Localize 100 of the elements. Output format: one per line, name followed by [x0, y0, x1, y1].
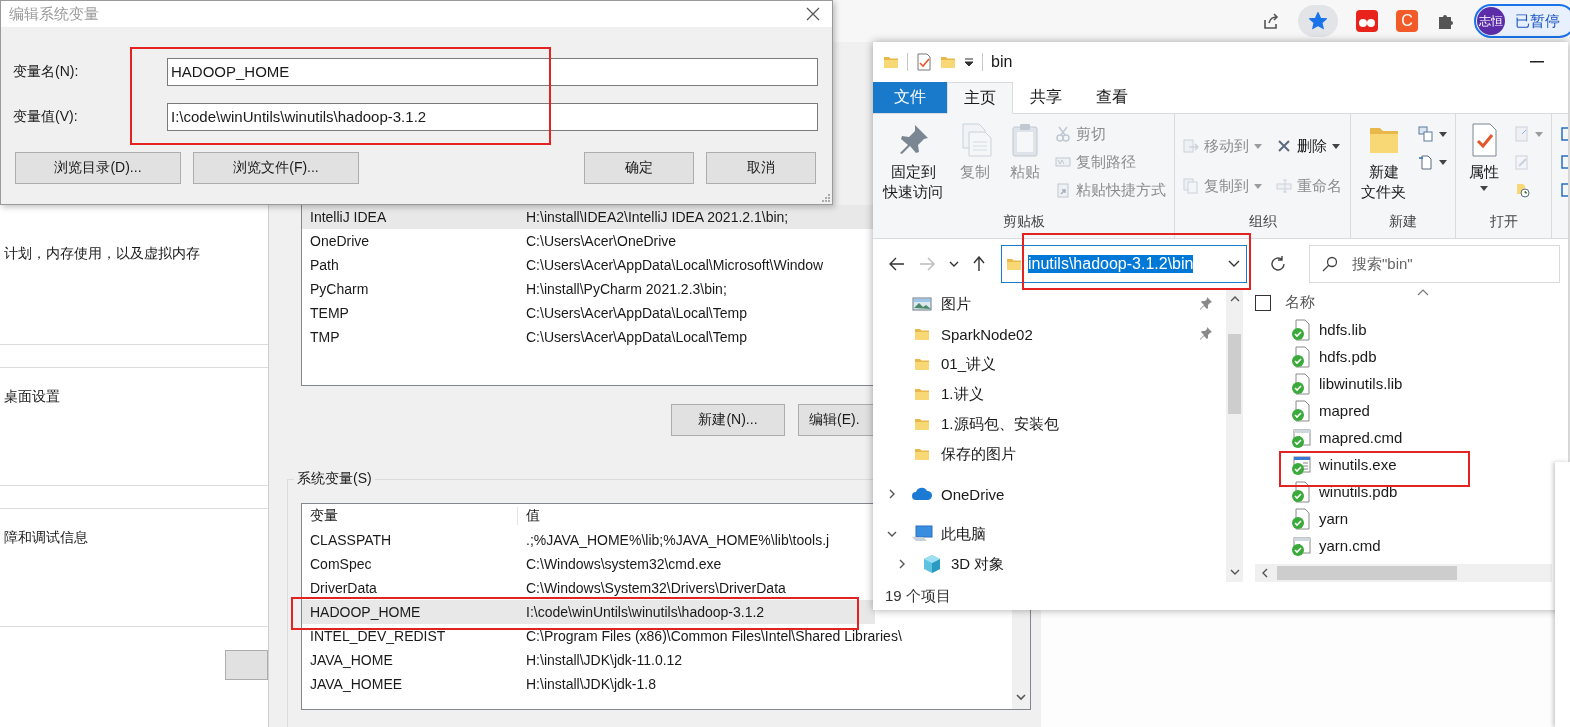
dialog-button[interactable]: 新建(N)...: [671, 404, 785, 436]
text-field[interactable]: HADOOP_HOME: [167, 57, 818, 86]
synced-file-icon: [1291, 507, 1313, 530]
table-cell-text: C:\Users\Acer\AppData\Local\Temp: [525, 329, 747, 345]
ribbon-button[interactable]: 删除: [1274, 136, 1342, 156]
column-header[interactable]: 值: [518, 507, 540, 525]
nav-item[interactable]: SparkNode02: [873, 319, 1226, 349]
synced-file-icon: [1291, 453, 1313, 476]
table-cell-text: H:\install\JDK\jdk-11.0.12: [525, 652, 683, 668]
nav-item[interactable]: 01_讲义: [873, 349, 1226, 379]
table-cell-text: H:\install\IDEA2\IntelliJ IDEA 2021.2.1\bin;: [525, 209, 789, 225]
table-row[interactable]: OneDrive C:\Users\Acer\OneDrive: [302, 229, 875, 253]
address-field[interactable]: inutils\hadoop-3.1.2\bin: [1001, 245, 1247, 283]
table-cell-text: ComSpec: [309, 556, 373, 572]
file-item[interactable]: mapred.cmd: [1255, 424, 1552, 451]
folder-icon: [883, 54, 899, 70]
text-field[interactable]: I:\code\winUntils\winutils\hadoop-3.1.2: [167, 102, 818, 131]
file-item[interactable]: hdfs.lib: [1255, 316, 1552, 343]
ribbon-tab[interactable]: 查看: [1079, 82, 1145, 113]
profile-button[interactable]: 志恒 已暂停: [1474, 4, 1570, 38]
nav-item[interactable]: 保存的图片: [873, 439, 1226, 469]
table-cell-text: .;%JAVA_HOME%\lib;%JAVA_HOME%\lib\tools.j: [525, 532, 830, 548]
dialog-button[interactable]: 取消: [706, 152, 816, 184]
table-row[interactable]: DriverData C:\Windows\System32\Drivers\DriverData: [302, 576, 875, 600]
scrollbar-thumb[interactable]: [1228, 334, 1241, 414]
table-row[interactable]: HADOOP_HOME I:\code\winUntils\winutils\hadoop-3.1.2: [302, 600, 875, 624]
chevron-icon[interactable]: [887, 529, 897, 539]
nav-item[interactable]: OneDrive: [873, 479, 1226, 509]
share-icon[interactable]: [1262, 12, 1280, 30]
search-field[interactable]: 搜索"bin": [1309, 245, 1560, 283]
scroll-down-icon[interactable]: [1229, 569, 1240, 576]
nav-item[interactable]: 1.源码包、安装包: [873, 409, 1226, 439]
table-cell-text: PyCharm: [309, 281, 370, 297]
table-row[interactable]: IntelliJ IDEA H:\install\IDEA2\IntelliJ IDEA 2021.2.1\bin;: [302, 205, 875, 229]
checkbox[interactable]: [1255, 294, 1271, 311]
scrollbar-thumb[interactable]: [1277, 566, 1457, 580]
ribbon-tab[interactable]: 文件: [873, 82, 947, 113]
table-row[interactable]: TEMP C:\Users\Acer\AppData\Local\Temp: [302, 301, 875, 325]
file-item[interactable]: winutils.pdb: [1255, 478, 1552, 505]
nav-item[interactable]: 此电脑: [873, 519, 1226, 549]
file-item[interactable]: libwinutils.lib: [1255, 370, 1552, 397]
table-cell-text: CLASSPATH: [309, 532, 393, 548]
file-item[interactable]: winutils.exe: [1255, 451, 1552, 478]
table-row[interactable]: CLASSPATH .;%JAVA_HOME%\lib;%JAVA_HOME%\lib\tools.j: [302, 528, 875, 552]
synced-file-icon: [1291, 399, 1313, 422]
resize-grip-icon[interactable]: [820, 192, 830, 202]
back-icon[interactable]: [889, 257, 905, 271]
ribbon-tab[interactable]: 共享: [1013, 82, 1079, 113]
scrollbar[interactable]: [1226, 289, 1243, 582]
ribbon-button[interactable]: 属性: [1462, 118, 1506, 191]
table-row[interactable]: INTEL_DEV_REDIST C:\Program Files (x86)\Common Files\Intel\Shared Libraries\: [302, 624, 906, 648]
scrollbar[interactable]: [1255, 564, 1552, 582]
extension-icon[interactable]: [1356, 10, 1378, 32]
scroll-up-icon[interactable]: [1229, 295, 1240, 302]
ribbon-button[interactable]: 固定到 快速访问: [879, 118, 947, 201]
bookmark-button[interactable]: [1298, 5, 1338, 37]
chevron-icon[interactable]: [887, 489, 897, 499]
table-row[interactable]: PyCharm H:\install\PyCharm 2021.2.3\bin;: [302, 277, 875, 301]
dialog-button[interactable]: 编辑(E).: [798, 404, 874, 436]
column-header[interactable]: 名称: [1285, 293, 1315, 312]
open-icon: [1514, 126, 1530, 142]
up-arrow-icon[interactable]: [973, 256, 985, 272]
table-row[interactable]: Path C:\Users\Acer\AppData\Local\Microsoft\Window: [302, 253, 875, 277]
table-cell-text: JAVA_HOME: [309, 652, 394, 668]
table-row[interactable]: JAVA_HOME H:\install\JDK\jdk-11.0.12: [302, 648, 875, 672]
file-item[interactable]: mapred: [1255, 397, 1552, 424]
minimize-icon[interactable]: [1530, 61, 1544, 63]
table-row[interactable]: JAVA_HOMEE H:\install\JDK\jdk-1.8: [302, 672, 875, 696]
nav-item[interactable]: 图片: [873, 289, 1226, 319]
scroll-left-icon[interactable]: [1261, 568, 1269, 578]
pictures-icon: [911, 296, 933, 312]
chevron-icon[interactable]: [1228, 260, 1240, 268]
table-cell-text: C:\Users\Acer\AppData\Local\Microsoft\Window: [525, 257, 824, 273]
nav-item[interactable]: 1.讲义: [873, 379, 1226, 409]
ribbon-button[interactable]: 新建 文件夹: [1357, 118, 1410, 201]
document-icon: [1418, 154, 1434, 170]
synced-file-icon: [1291, 318, 1313, 341]
column-header[interactable]: 变量: [302, 507, 518, 525]
dialog-button[interactable]: 浏览目录(D)...: [15, 152, 181, 184]
scroll-down-icon[interactable]: [1016, 694, 1026, 701]
dialog-button[interactable]: 浏览文件(F)...: [193, 152, 359, 184]
ribbon-button[interactable]: [1416, 126, 1449, 142]
copy-icon: [1183, 178, 1199, 194]
file-item[interactable]: yarn: [1255, 505, 1552, 532]
chevron-icon[interactable]: [897, 559, 907, 569]
refresh-icon[interactable]: [1269, 255, 1287, 273]
file-item[interactable]: yarn.cmd: [1255, 532, 1552, 559]
ribbon-tab[interactable]: 主页: [947, 82, 1013, 114]
close-icon[interactable]: [806, 7, 820, 21]
table-row[interactable]: TMP C:\Users\Acer\AppData\Local\Temp: [302, 325, 875, 349]
nav-item[interactable]: 3D 对象: [873, 549, 1226, 579]
shortcut-icon: [1055, 182, 1071, 198]
file-item[interactable]: hdfs.pdb: [1255, 343, 1552, 370]
table-row[interactable]: ComSpec C:\Windows\system32\cmd.exe: [302, 552, 875, 576]
table-cell-text: C:\Users\Acer\AppData\Local\Temp: [525, 305, 747, 321]
checklist-icon[interactable]: [916, 53, 932, 71]
dialog-button[interactable]: 确定: [584, 152, 694, 184]
chevron-icon[interactable]: [949, 260, 959, 268]
dropdown-icon[interactable]: [964, 57, 974, 67]
ribbon-button[interactable]: [1416, 154, 1449, 170]
